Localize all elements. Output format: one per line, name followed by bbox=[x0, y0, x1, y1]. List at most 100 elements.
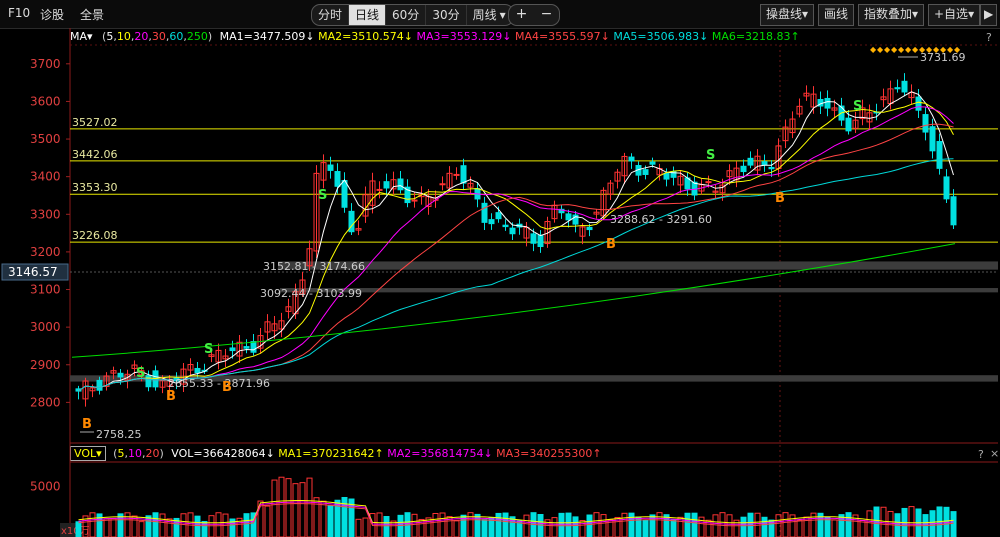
volume-bar bbox=[159, 513, 166, 537]
diamond-marker: ◆ bbox=[954, 45, 961, 54]
price-gap-band bbox=[278, 261, 998, 270]
candle-body bbox=[481, 202, 488, 223]
candle-body bbox=[950, 196, 957, 226]
volume-bar bbox=[824, 516, 831, 537]
volume-bar bbox=[474, 513, 481, 537]
gap-label-1: 3152.81 - 3174.66 bbox=[263, 260, 365, 273]
current-price-label: 3146.57 bbox=[8, 265, 58, 279]
candle-body bbox=[194, 367, 201, 374]
volume-bar bbox=[523, 514, 530, 537]
candle-body bbox=[922, 114, 929, 133]
volume-bar bbox=[950, 511, 957, 537]
volume-bar bbox=[271, 479, 278, 537]
diamond-marker: ◆ bbox=[933, 45, 940, 54]
volume-bar bbox=[110, 518, 117, 537]
candle-body bbox=[488, 219, 495, 225]
volume-bar bbox=[320, 500, 327, 537]
candle-body bbox=[327, 164, 334, 171]
volume-bar bbox=[383, 516, 390, 537]
diamond-marker: ◆ bbox=[919, 45, 926, 54]
candle-body bbox=[250, 341, 257, 353]
volume-bar bbox=[152, 512, 159, 537]
volume-bar bbox=[593, 512, 600, 537]
candle-body bbox=[96, 379, 103, 391]
price-tick-label: 2900 bbox=[30, 358, 61, 372]
volume-bar bbox=[327, 505, 334, 537]
candle-body bbox=[649, 161, 656, 165]
volume-bar bbox=[628, 512, 635, 537]
volume-bar bbox=[761, 516, 768, 537]
volume-bar bbox=[656, 512, 663, 537]
level-label: 3527.02 bbox=[72, 116, 118, 129]
volume-bar bbox=[859, 520, 866, 537]
sell-signal: S bbox=[136, 366, 145, 381]
level-label: 3353.30 bbox=[72, 181, 118, 194]
price-tick-label: 3000 bbox=[30, 320, 61, 334]
price-tick-label: 2800 bbox=[30, 395, 61, 409]
candle-body bbox=[383, 181, 390, 189]
candlestick-chart[interactable]: 3700 3600 3500 3400 3300 3200 3100 3000 2900 2800… bbox=[0, 0, 1000, 537]
candle-body bbox=[901, 80, 908, 93]
volume-bar bbox=[600, 514, 607, 537]
buy-signal: B bbox=[222, 380, 232, 395]
volume-bar bbox=[278, 476, 285, 537]
volume-bar bbox=[586, 514, 593, 537]
price-tick-label: 3700 bbox=[30, 57, 61, 71]
candle-body bbox=[397, 178, 404, 191]
price-gap-band bbox=[280, 288, 998, 293]
buy-signal: B bbox=[606, 237, 616, 252]
candle-body bbox=[628, 156, 635, 162]
volume-bar bbox=[411, 513, 418, 537]
diamond-marker: ◆ bbox=[947, 45, 954, 54]
candle-body bbox=[145, 375, 152, 388]
candle-body bbox=[586, 226, 593, 231]
volume-bar bbox=[292, 483, 299, 537]
volume-bar bbox=[796, 519, 803, 537]
candle-body bbox=[537, 234, 544, 248]
sell-signal: S bbox=[853, 99, 862, 114]
diamond-marker: ◆ bbox=[884, 45, 891, 54]
volume-bar bbox=[243, 513, 250, 537]
volume-bar bbox=[712, 514, 719, 537]
diamond-marker: ◆ bbox=[891, 45, 898, 54]
candle-body bbox=[341, 180, 348, 208]
volume-bar bbox=[89, 512, 96, 537]
buy-signal: B bbox=[775, 191, 785, 206]
candle-body bbox=[929, 126, 936, 152]
buy-signal: B bbox=[82, 417, 92, 432]
volume-bar bbox=[131, 515, 138, 537]
price-tick-label: 3300 bbox=[30, 207, 61, 221]
volume-bar bbox=[565, 512, 572, 537]
candle-body bbox=[747, 157, 754, 166]
volume-bar bbox=[215, 512, 222, 537]
diamond-marker: ◆ bbox=[898, 45, 905, 54]
volume-bar bbox=[299, 482, 306, 537]
volume-bar bbox=[425, 517, 432, 537]
diamond-marker: ◆ bbox=[870, 45, 877, 54]
sell-signal: S bbox=[706, 148, 715, 163]
candle-body bbox=[495, 212, 502, 220]
volume-bar bbox=[838, 514, 845, 537]
diamond-marker: ◆ bbox=[877, 45, 884, 54]
candle-body bbox=[411, 199, 418, 202]
volume-bar bbox=[390, 520, 397, 537]
candle-body bbox=[705, 181, 712, 184]
volume-bar bbox=[495, 512, 502, 537]
candle-body bbox=[117, 372, 124, 378]
candle-body bbox=[453, 173, 460, 176]
sell-signal: S bbox=[204, 342, 213, 357]
volume-bar bbox=[502, 512, 509, 537]
volume-bar bbox=[642, 519, 649, 537]
vol-unit-label: x10万 bbox=[61, 526, 90, 537]
volume-bar bbox=[558, 512, 565, 537]
volume-bar bbox=[355, 518, 362, 537]
price-tick-label: 3100 bbox=[30, 283, 61, 297]
gap-label-2: 3092.44 - 3103.99 bbox=[260, 287, 362, 300]
candle-body bbox=[243, 346, 250, 349]
candle-body bbox=[768, 166, 775, 170]
diamond-marker: ◆ bbox=[926, 45, 933, 54]
candle-body bbox=[824, 97, 831, 109]
sell-signal: S bbox=[318, 188, 327, 203]
volume-bar bbox=[397, 514, 404, 537]
volume-bar bbox=[264, 505, 271, 537]
